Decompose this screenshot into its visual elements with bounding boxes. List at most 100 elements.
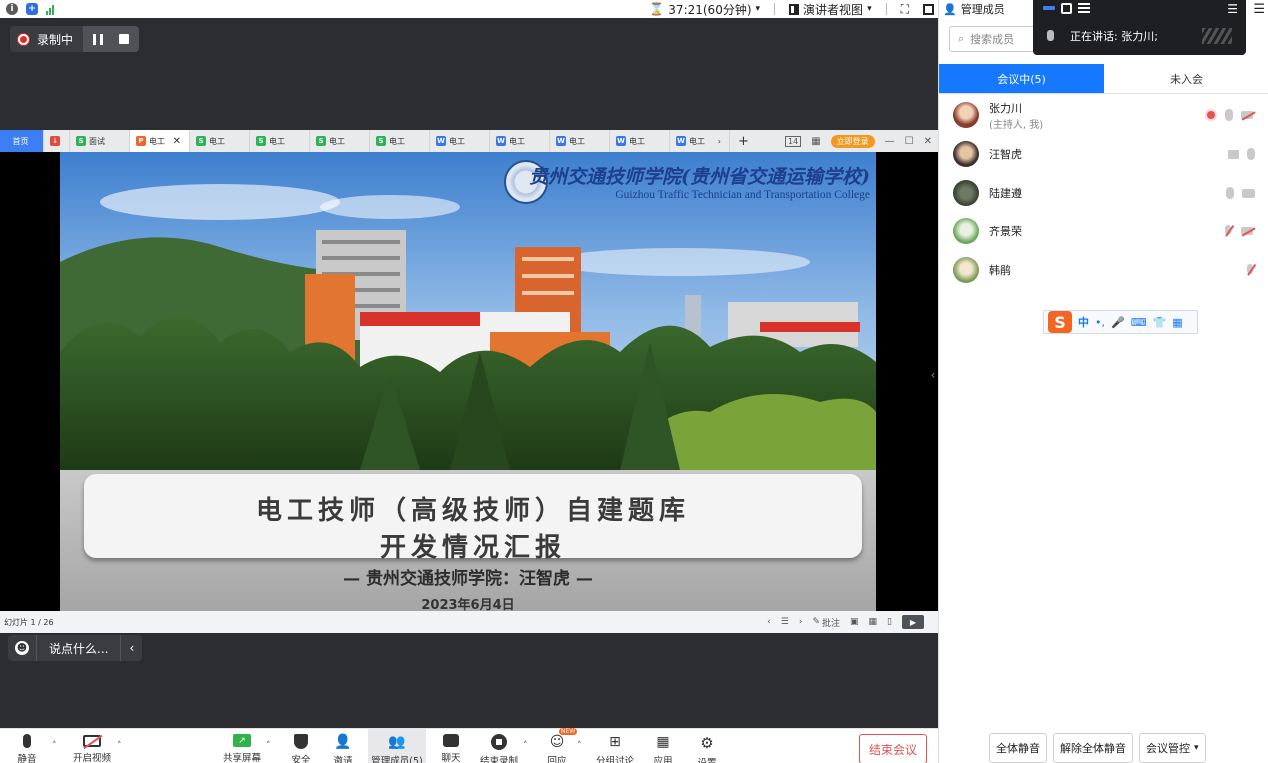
member-row[interactable]: 张力川 (主持人, 我): [939, 96, 1268, 134]
record-icon: [18, 33, 29, 45]
security-button[interactable]: 安全: [288, 729, 314, 763]
ime-keyboard-icon[interactable]: ⌨: [1131, 316, 1147, 329]
audio-wave-icon: [1202, 27, 1232, 44]
college-name-en: Guizhou Traffic Technician and Transport…: [615, 189, 870, 201]
tab-home[interactable]: 首页: [0, 130, 44, 152]
camera-icon[interactable]: [1242, 188, 1255, 198]
presentation-slide: 贵州交通技师学院(贵州省交通运输学校) Guizhou Traffic Tech…: [60, 152, 876, 611]
meeting-control-button[interactable]: 会议管控 ▾: [1139, 733, 1206, 763]
chevron-up-icon[interactable]: ˄: [52, 741, 57, 751]
tab-doc-active[interactable]: P 电工 ✕: [130, 130, 190, 152]
list-icon[interactable]: ☰: [781, 617, 789, 627]
reactions-button[interactable]: ☺ NEW 回应: [544, 728, 578, 763]
manage-members-button[interactable]: 👥 管理成员(5): [368, 729, 426, 763]
tab-doc[interactable]: S 电工: [370, 130, 430, 152]
camera-off-icon[interactable]: [1241, 110, 1255, 120]
reading-view-icon[interactable]: ▯: [887, 617, 892, 627]
next-slide-icon[interactable]: ›: [799, 617, 803, 627]
screen-icon[interactable]: 14: [785, 135, 802, 147]
meeting-timer[interactable]: ⌛ 37:21(60分钟) ▾: [649, 1, 760, 18]
mute-button[interactable]: 静音: [12, 729, 42, 763]
ime-skin-icon[interactable]: 👕: [1153, 316, 1167, 329]
member-row[interactable]: 齐景荣: [939, 212, 1268, 250]
grid-icon[interactable]: ▦: [811, 136, 820, 147]
ime-tools-icon[interactable]: ▦: [1172, 316, 1182, 329]
normal-view-icon[interactable]: ▣: [850, 617, 859, 627]
tab-doc[interactable]: W 电工 ›: [670, 130, 730, 152]
collapse-panel-icon[interactable]: ‹: [928, 368, 938, 394]
invite-button[interactable]: 👤 邀请: [330, 729, 356, 763]
emoji-button[interactable]: ☻: [8, 641, 36, 655]
member-row[interactable]: 汪智虎: [939, 135, 1268, 173]
word-icon: W: [676, 136, 686, 146]
tab-doc[interactable]: S 电工: [190, 130, 250, 152]
tab-doc[interactable]: W 电工: [550, 130, 610, 152]
mic-off-icon[interactable]: [1245, 264, 1255, 276]
grid-view-icon[interactable]: ▦: [869, 617, 878, 627]
camera-off-icon[interactable]: [1241, 226, 1255, 236]
minimize-icon[interactable]: [1043, 6, 1055, 10]
window-icon[interactable]: [1061, 2, 1072, 14]
settings-button[interactable]: ⚙ 设置: [694, 729, 720, 763]
share-screen-button[interactable]: ↗ 共享屏幕: [222, 729, 262, 763]
tab-doc[interactable]: W 电工: [490, 130, 550, 152]
chat-button[interactable]: 聊天: [438, 729, 464, 763]
menu-icon[interactable]: ☰: [1227, 2, 1238, 16]
tab-doc[interactable]: S 面试: [70, 130, 130, 152]
mute-all-button[interactable]: 全体静音: [989, 733, 1047, 763]
meeting-toolbar: 静音 ˄ 开启视频 ˄ ↗ 共享屏幕 ˄ 安全 👤 邀请 👥 管理成员(5) 聊…: [0, 728, 938, 763]
chevron-left-icon[interactable]: ‹: [120, 635, 142, 661]
ime-punctuation[interactable]: •,: [1095, 316, 1105, 329]
tab-not-joined[interactable]: 未入会: [1104, 64, 1268, 93]
unmute-all-button[interactable]: 解除全体静音: [1053, 733, 1133, 763]
end-record-button[interactable]: 结束录制: [478, 729, 520, 763]
new-tab-icon[interactable]: +: [738, 134, 749, 149]
ime-chinese-mode[interactable]: 中: [1078, 314, 1089, 330]
tab-doc[interactable]: W 电工: [610, 130, 670, 152]
chevron-up-icon[interactable]: ˄: [577, 741, 582, 751]
slide-date: 2023年6月4日: [421, 598, 515, 611]
stop-icon[interactable]: [119, 34, 130, 44]
ime-voice-icon[interactable]: 🎤: [1111, 316, 1125, 329]
chat-input[interactable]: 说点什么...: [36, 635, 120, 661]
member-row[interactable]: 陆建遵: [939, 174, 1268, 212]
speaking-now: 正在讲话: 张力川;: [1033, 16, 1246, 55]
maximize-icon[interactable]: ☐: [905, 136, 914, 147]
tab-doc[interactable]: W 电工: [430, 130, 490, 152]
pause-icon[interactable]: [93, 33, 104, 45]
tab-pdf[interactable]: ↓: [44, 130, 70, 152]
minimize-icon[interactable]: —: [885, 136, 895, 147]
chevron-up-icon[interactable]: ˄: [266, 741, 271, 751]
chevron-up-icon[interactable]: ˄: [117, 741, 122, 751]
tab-in-meeting[interactable]: 会议中(5): [939, 64, 1104, 93]
align-icon[interactable]: ☰: [1253, 2, 1265, 17]
window-layout-icon[interactable]: [923, 3, 934, 15]
tab-doc[interactable]: S 电工: [310, 130, 370, 152]
play-slideshow-button[interactable]: ▶: [902, 615, 924, 629]
chevron-right-icon[interactable]: ›: [718, 137, 721, 146]
close-icon[interactable]: ✕: [173, 136, 181, 147]
mic-icon[interactable]: [1226, 187, 1234, 199]
end-meeting-button[interactable]: 结束会议: [859, 734, 927, 763]
chevron-up-icon[interactable]: ˄: [523, 741, 528, 751]
annotate-button[interactable]: ✎ 批注: [812, 616, 840, 629]
tab-doc[interactable]: S 电工: [250, 130, 310, 152]
mic-off-icon[interactable]: [1223, 225, 1233, 237]
breakout-button[interactable]: ⊞ 分组讨论: [594, 729, 636, 763]
video-button[interactable]: 开启视频: [70, 729, 114, 763]
prev-slide-icon[interactable]: ‹: [767, 617, 771, 627]
fullscreen-icon[interactable]: ⛶: [901, 2, 909, 17]
view-mode-button[interactable]: 演讲者视图 ▾: [789, 1, 872, 18]
sogou-logo-icon[interactable]: S: [1048, 311, 1072, 333]
mic-icon[interactable]: [1225, 109, 1233, 121]
member-row[interactable]: 韩鹃: [939, 251, 1268, 289]
signal-icon[interactable]: [46, 4, 54, 15]
mic-icon: [17, 734, 37, 748]
info-icon[interactable]: i: [6, 3, 18, 15]
login-button[interactable]: 立即登录: [830, 134, 875, 148]
apps-button[interactable]: ▦ 应用: [650, 729, 676, 763]
mic-icon[interactable]: [1247, 148, 1255, 160]
list-icon[interactable]: [1078, 3, 1090, 13]
shield-icon[interactable]: +: [26, 3, 38, 15]
close-window-icon[interactable]: ✕: [924, 136, 932, 147]
